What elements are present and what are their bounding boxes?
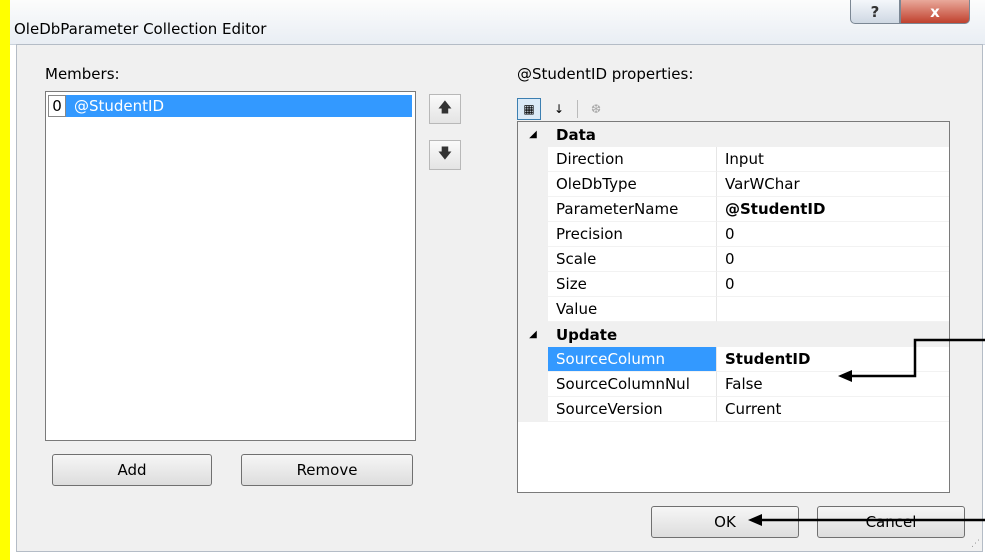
arrowhead-sourcecolumn <box>838 370 852 382</box>
annotation-arrow-sourcecolumn <box>842 338 985 378</box>
dialog-window: OleDbParameter Collection Editor ? x Mem… <box>0 0 985 560</box>
annotation-arrows <box>748 338 985 526</box>
arrowhead-ok <box>748 514 762 526</box>
